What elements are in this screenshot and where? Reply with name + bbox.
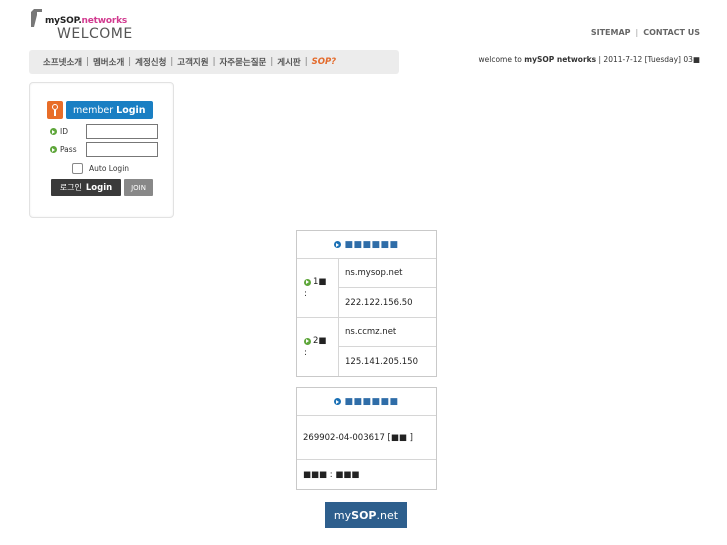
nav-item-sop[interactable]: SOP? <box>312 57 337 67</box>
arrow-bullet-icon <box>334 241 342 248</box>
ns-ip: 125.141.205.150 <box>345 356 419 367</box>
nav-item-faq[interactable]: 자주묻는질문 <box>219 56 266 68</box>
table-row: 1■ : ns.mysop.net 222.122.156.50 <box>297 259 436 318</box>
welcome-line: welcome to mySOP networks | 2011-7-12 [T… <box>478 55 700 64</box>
id-row: ID <box>50 124 158 139</box>
arrow-bullet-icon <box>334 398 342 405</box>
nav-item-about[interactable]: 소프넷소개 <box>43 56 82 68</box>
arrow-bullet-icon <box>304 337 311 345</box>
auto-login-row: Auto Login <box>72 163 129 174</box>
logo-welcome-text: WELCOME <box>57 26 133 42</box>
id-input[interactable] <box>86 124 158 139</box>
site-logo[interactable]: mySOP.networks WELCOME <box>31 9 141 43</box>
pass-row: Pass <box>50 142 158 157</box>
pass-label: Pass <box>60 145 77 154</box>
nav-item-members[interactable]: 멤버소개 <box>93 56 124 68</box>
business-info-header: ■■■■■■ <box>297 388 436 416</box>
login-panel: member Login ID Pass Auto Login 로그인 Login … <box>29 82 174 218</box>
password-input[interactable] <box>86 142 158 157</box>
nav-separator: | <box>128 57 132 67</box>
nameserver-table-title: ■■■■■■ <box>344 239 399 250</box>
contact-us-link[interactable]: CONTACT US <box>643 28 700 37</box>
logo-name: mySOP.networks <box>45 16 128 26</box>
arrow-bullet-icon <box>304 278 311 286</box>
nameserver-table: ■■■■■■ 1■ : ns.mysop.net 222.122.156.50 … <box>296 230 437 377</box>
business-reg-number: 269902-04-003617 [■■ ] <box>297 416 436 460</box>
nav-separator: | <box>170 57 174 67</box>
login-button[interactable]: 로그인 Login <box>51 179 121 196</box>
arrow-bullet-icon <box>50 146 57 153</box>
business-info-table: ■■■■■■ 269902-04-003617 [■■ ] ■■■ : ■■■ <box>296 387 437 490</box>
nameserver-table-header: ■■■■■■ <box>297 231 436 259</box>
main-nav: 소프넷소개 | 멤버소개 | 계정신청 | 고객지원 | 자주묻는질문 | 게시판 | SO… <box>29 50 399 74</box>
business-owner: ■■■ : ■■■ <box>303 469 360 480</box>
nav-separator: | <box>304 57 308 67</box>
join-button[interactable]: JOIN <box>124 179 153 196</box>
logo-mark-icon <box>31 9 42 27</box>
arrow-bullet-icon <box>50 128 57 135</box>
business-info-title: ■■■■■■ <box>344 396 399 407</box>
nav-separator: | <box>86 57 89 67</box>
top-links-separator: | <box>635 28 639 37</box>
id-label: ID <box>60 127 68 136</box>
key-icon <box>47 101 63 119</box>
login-title: member Login <box>66 101 153 119</box>
ns-label: 1■ : <box>297 259 339 317</box>
nav-separator: | <box>212 57 216 67</box>
ns-ip: 222.122.156.50 <box>345 297 413 308</box>
ns-hostname: ns.mysop.net <box>339 259 436 288</box>
table-row: 2■ : ns.ccmz.net 125.141.205.150 <box>297 318 436 376</box>
nav-item-board[interactable]: 게시판 <box>277 56 300 68</box>
sitemap-link[interactable]: SITEMAP <box>591 28 631 37</box>
ns-label: 2■ : <box>297 318 339 376</box>
footer-logo-badge[interactable]: my SOP .net <box>325 502 407 528</box>
ns-hostname: ns.ccmz.net <box>339 318 436 347</box>
auto-login-checkbox[interactable] <box>72 163 83 174</box>
nav-item-support[interactable]: 고객지원 <box>177 56 208 68</box>
top-links: SITEMAP | CONTACT US <box>591 28 700 37</box>
login-header: member Login <box>47 101 153 119</box>
auto-login-label: Auto Login <box>89 164 130 173</box>
nav-separator: | <box>270 57 274 67</box>
nav-item-account-request[interactable]: 계정신청 <box>135 56 166 68</box>
